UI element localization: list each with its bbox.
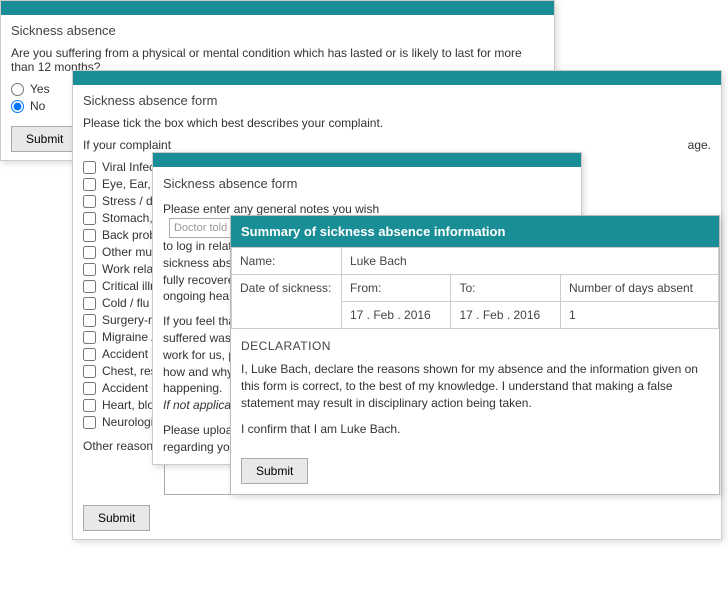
window-titlebar: [1, 1, 554, 15]
instruction-text: Please tick the box which best describes…: [83, 116, 711, 130]
name-value: Luke Bach: [342, 248, 719, 275]
complaint-checkbox[interactable]: [83, 195, 96, 208]
window-titlebar: [73, 71, 721, 85]
complaint-checkbox[interactable]: [83, 246, 96, 259]
submit-button[interactable]: Submit: [241, 458, 308, 484]
complaint-checkbox[interactable]: [83, 365, 96, 378]
summary-table: Name: Luke Bach Date of sickness: From: …: [231, 247, 719, 329]
from-value: 17 . Feb . 2016: [342, 302, 451, 329]
date-label: Date of sickness:: [232, 275, 342, 329]
complaint-checkbox[interactable]: [83, 263, 96, 276]
radio-label: Yes: [30, 82, 50, 96]
complaint-checkbox[interactable]: [83, 416, 96, 429]
window-title: Sickness absence: [11, 23, 544, 38]
complaint-checkbox[interactable]: [83, 212, 96, 225]
to-label: To:: [451, 275, 560, 302]
complaint-checkbox[interactable]: [83, 280, 96, 293]
confirm-text: I confirm that I am Luke Bach.: [241, 421, 709, 438]
window-title: Sickness absence form: [83, 93, 711, 108]
complaint-checkbox[interactable]: [83, 229, 96, 242]
complaint-checkbox[interactable]: [83, 314, 96, 327]
declaration-title: DECLARATION: [241, 339, 709, 353]
submit-button[interactable]: Submit: [83, 505, 150, 531]
radio-yes[interactable]: [11, 83, 24, 96]
days-label: Number of days absent: [560, 275, 718, 302]
complaint-checkbox[interactable]: [83, 178, 96, 191]
days-value: 1: [560, 302, 718, 329]
complaint-checkbox[interactable]: [83, 331, 96, 344]
to-value: 17 . Feb . 2016: [451, 302, 560, 329]
summary-modal: Summary of sickness absence information …: [230, 215, 720, 495]
radio-no[interactable]: [11, 100, 24, 113]
name-label: Name:: [232, 248, 342, 275]
note-text: If your complaint age.: [83, 138, 711, 152]
complaint-checkbox[interactable]: [83, 297, 96, 310]
complaint-checkbox[interactable]: [83, 399, 96, 412]
other-reason-label: Other reason:: [83, 435, 156, 453]
modal-header: Summary of sickness absence information: [231, 216, 719, 247]
from-label: From:: [342, 275, 451, 302]
complaint-checkbox[interactable]: [83, 161, 96, 174]
radio-label: No: [30, 99, 45, 113]
complaint-checkbox[interactable]: [83, 348, 96, 361]
declaration-text: I, Luke Bach, declare the reasons shown …: [241, 361, 709, 411]
window-titlebar: [153, 153, 581, 167]
window-title: Sickness absence form: [163, 175, 571, 193]
submit-button[interactable]: Submit: [11, 126, 78, 152]
complaint-checkbox[interactable]: [83, 382, 96, 395]
